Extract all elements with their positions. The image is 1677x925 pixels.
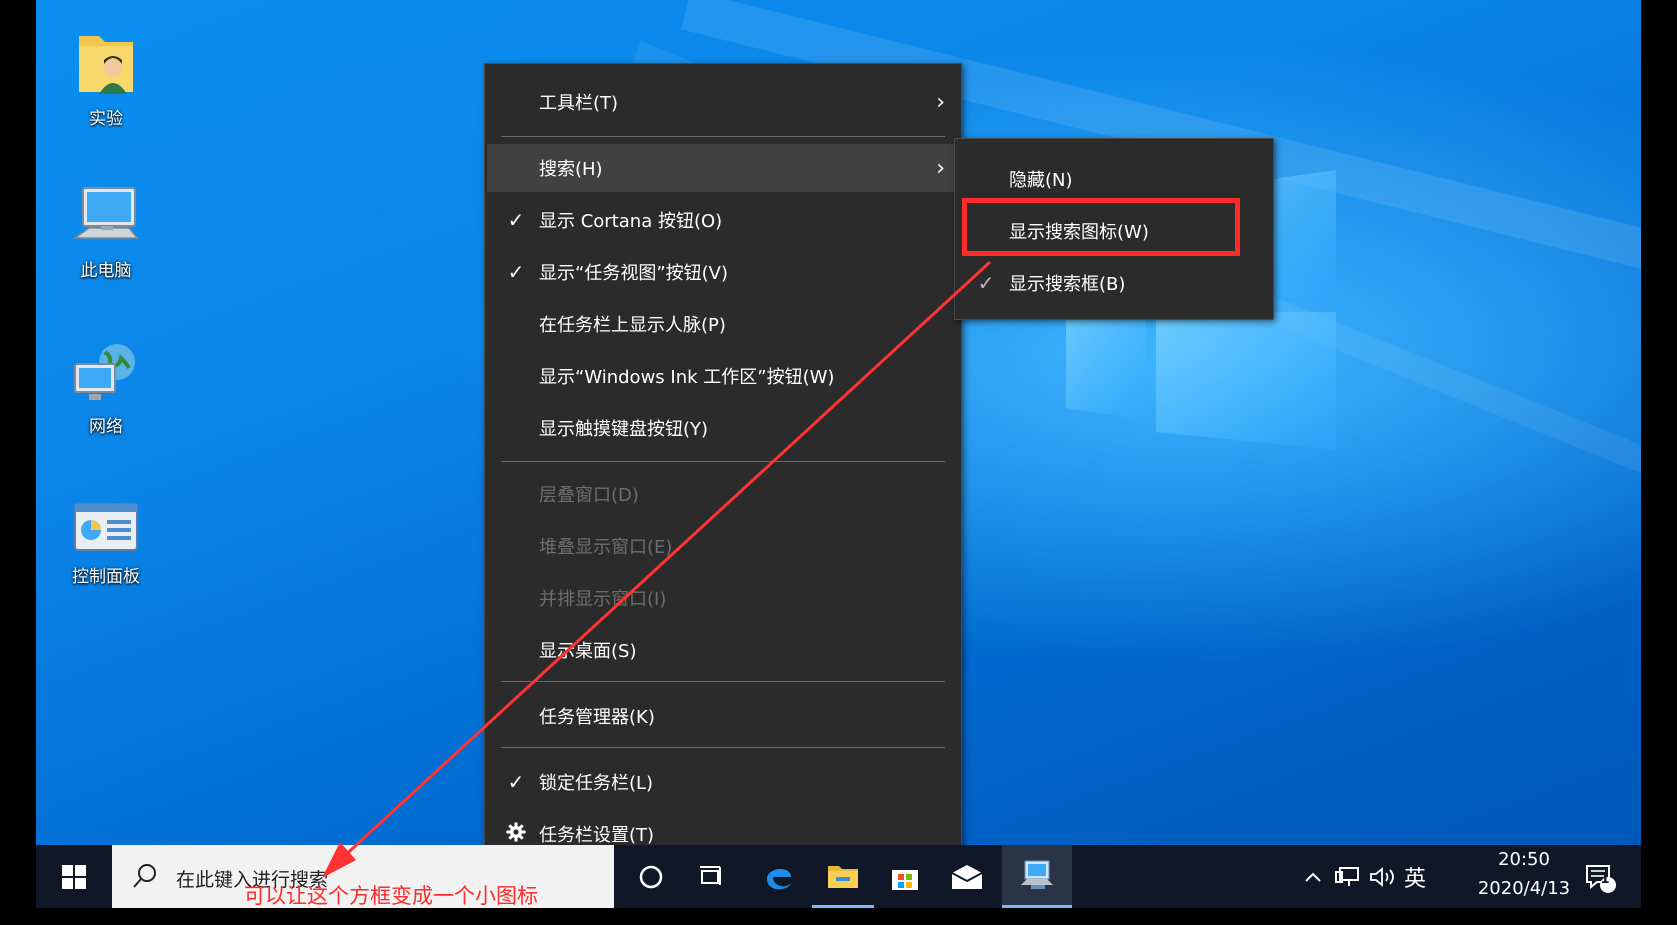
annotation-caption: 可以让这个方框变成一个小图标	[244, 884, 538, 908]
annotation-arrow	[322, 260, 992, 878]
